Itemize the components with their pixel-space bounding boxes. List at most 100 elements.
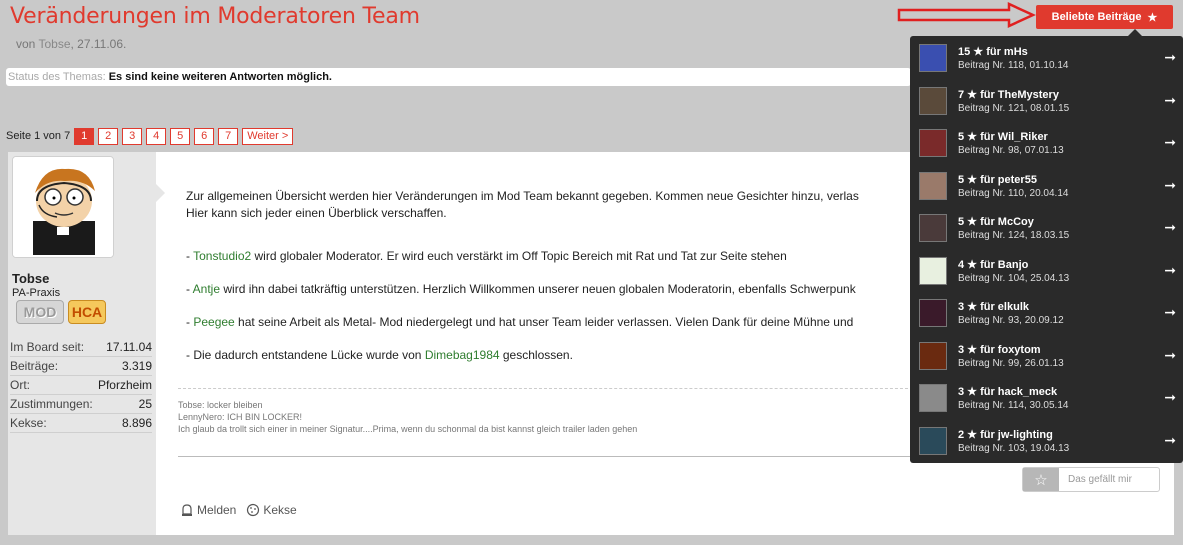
thread-title: Veränderungen im Moderatoren Team — [10, 4, 420, 29]
arrow-right-icon[interactable]: ➞ — [1164, 134, 1176, 151]
popular-post-title: 15 ★ für mHs — [958, 46, 1028, 58]
stat-label: Beiträge: — [10, 359, 59, 373]
item-prefix: - — [186, 282, 193, 296]
thread-status-bar: Status des Themas: Es sind keine weitere… — [6, 68, 911, 86]
signature-line: Ich glaub da trollt sich einer in meiner… — [178, 424, 638, 434]
popular-post-meta: Beitrag Nr. 110, 20.04.14 — [958, 187, 1069, 199]
user-link[interactable]: Dimebag1984 — [425, 348, 500, 362]
popular-post-title: 3 ★ für foxytom — [958, 343, 1041, 356]
like-label: Das gefällt mir — [1068, 474, 1132, 485]
pagination: Seite 1 von 7 1 2 3 4 5 6 7 Weiter > — [6, 127, 297, 145]
thread-date: , 27.11.06. — [70, 37, 127, 51]
cookies-label: Kekse — [263, 503, 297, 517]
popular-post-item[interactable]: 3 ★ für elkulk Beitrag Nr. 93, 20.09.12 ➞ — [910, 294, 1183, 337]
post-item: - Tonstudio2 wird globaler Moderator. Er… — [186, 248, 926, 265]
page-link-7[interactable]: 7 — [218, 127, 239, 145]
popular-post-item[interactable]: 7 ★ für TheMystery Beitrag Nr. 121, 08.01… — [910, 82, 1183, 125]
popular-post-title: 7 ★ für TheMystery — [958, 88, 1059, 101]
popular-post-thumbnail — [919, 171, 947, 200]
arrow-right-icon[interactable]: ➞ — [1164, 262, 1176, 279]
stat-label: Ort: — [10, 378, 30, 392]
arrow-right-icon[interactable]: ➞ — [1164, 177, 1176, 194]
popular-post-thumbnail — [919, 426, 947, 455]
popular-post-thumbnail — [919, 86, 947, 115]
page-link-2[interactable]: 2 — [98, 127, 119, 145]
signature-line: LennyNero: ICH BIN LOCKER! — [178, 412, 303, 422]
report-button[interactable]: Melden — [180, 503, 236, 517]
item-prefix: - Die dadurch entstandene Lücke wurde vo… — [186, 348, 425, 362]
post-item: - Die dadurch entstandene Lücke wurde vo… — [186, 347, 926, 364]
user-info-panel: Tobse PA-Praxis MOD HCA Im Board seit: 17… — [8, 152, 156, 535]
cookie-icon — [247, 503, 260, 517]
post-signature: Tobse: locker bleiben LennyNero: ICH BIN… — [178, 388, 918, 435]
post-arrow-notch — [156, 184, 165, 202]
stat-value[interactable]: 25 — [139, 395, 152, 413]
stat-value[interactable]: 3.319 — [122, 357, 152, 375]
report-icon — [182, 504, 192, 516]
status-label: Status des Themas: — [8, 71, 106, 83]
status-text: Es sind keine weiteren Antworten möglich… — [108, 71, 332, 83]
avatar[interactable] — [12, 156, 114, 258]
popular-post-thumbnail — [919, 214, 947, 242]
popular-post-title: 5 ★ für McCoy — [958, 216, 1034, 228]
page-link-6[interactable]: 6 — [194, 127, 215, 145]
popular-post-item[interactable]: 15 ★ für mHs Beitrag Nr. 118, 01.10.14 ➞ — [910, 39, 1183, 82]
popular-post-title: 5 ★ für peter55 — [958, 173, 1037, 186]
popular-post-thumbnail — [919, 384, 947, 412]
post-actions: Melden Kekse — [180, 503, 297, 517]
signature-line: Tobse: locker bleiben — [178, 400, 263, 410]
popular-post-title: 3 ★ für hack_meck — [958, 386, 1058, 398]
popular-posts-button[interactable]: Beliebte Beiträge ★ — [1036, 5, 1173, 29]
report-label: Melden — [197, 503, 237, 517]
page-link-5[interactable]: 5 — [170, 127, 191, 145]
popular-post-item[interactable]: 4 ★ für Banjo Beitrag Nr. 104, 25.04.13 ➞ — [910, 252, 1183, 295]
page-link-1[interactable]: 1 — [74, 127, 95, 145]
popular-post-meta: Beitrag Nr. 118, 01.10.14 — [958, 60, 1069, 71]
post-intro: Zur allgemeinen Übersicht werden hier Ve… — [186, 188, 926, 222]
popular-post-thumbnail — [919, 341, 947, 370]
popular-post-item[interactable]: 5 ★ für peter55 Beitrag Nr. 110, 20.04.14… — [910, 167, 1183, 210]
next-page-link[interactable]: Weiter > — [242, 127, 294, 145]
cookies-button[interactable]: Kekse — [246, 503, 297, 517]
star-icon: ★ — [1147, 11, 1158, 24]
popular-post-item[interactable]: 2 ★ für jw-lighting Beitrag Nr. 103, 19.0… — [910, 422, 1183, 465]
red-arrow-annotation — [897, 2, 1037, 28]
arrow-right-icon[interactable]: ➞ — [1164, 389, 1176, 406]
stat-label: Zustimmungen: — [10, 397, 93, 411]
popular-post-item[interactable]: 5 ★ für McCoy Beitrag Nr. 124, 18.03.15 ➞ — [910, 209, 1183, 252]
stat-row: Beiträge: 3.319 — [10, 357, 152, 376]
stat-row: Ort: Pforzheim — [10, 376, 152, 395]
username[interactable]: Tobse — [12, 271, 49, 286]
arrow-right-icon[interactable]: ➞ — [1164, 347, 1176, 364]
stat-value: Pforzheim — [97, 378, 152, 392]
popular-post-item[interactable]: 3 ★ für foxytom Beitrag Nr. 99, 26.01.13 ➞ — [910, 337, 1183, 380]
user-link[interactable]: Peegee — [193, 315, 234, 329]
page-link-3[interactable]: 3 — [122, 127, 143, 145]
popular-post-thumbnail — [919, 299, 947, 327]
avatar-image — [13, 157, 113, 257]
user-link[interactable]: Antje — [193, 282, 220, 296]
popular-post-thumbnail — [919, 256, 947, 285]
page-link-4[interactable]: 4 — [146, 127, 167, 145]
arrow-right-icon[interactable]: ➞ — [1164, 219, 1176, 236]
user-title: PA-Praxis — [12, 287, 61, 299]
arrow-right-icon[interactable]: ➞ — [1164, 49, 1176, 66]
arrow-right-icon[interactable]: ➞ — [1164, 92, 1176, 109]
thread-author-link[interactable]: Tobse — [38, 37, 70, 51]
stat-label: Kekse: — [10, 416, 47, 430]
stat-row: Kekse: 8.896 — [10, 414, 152, 433]
page-info: Seite 1 von 7 — [6, 130, 71, 142]
popular-posts-panel: 15 ★ für mHs Beitrag Nr. 118, 01.10.14 ➞ 7 … — [910, 36, 1183, 463]
post-item: - Peegee hat seine Arbeit als Metal- Mod… — [186, 314, 926, 331]
like-button[interactable]: ☆ Das gefällt mir — [1022, 467, 1160, 492]
badge-mod: MOD — [16, 300, 64, 324]
popular-post-item[interactable]: 5 ★ für Wil_Riker Beitrag Nr. 98, 07.01.1… — [910, 124, 1183, 167]
arrow-right-icon[interactable]: ➞ — [1164, 304, 1176, 321]
popular-post-meta: Beitrag Nr. 98, 07.01.13 — [958, 145, 1064, 156]
arrow-right-icon[interactable]: ➞ — [1164, 432, 1176, 449]
stat-value: 8.896 — [121, 416, 152, 430]
popular-post-thumbnail — [919, 44, 947, 72]
user-link[interactable]: Tonstudio2 — [193, 249, 251, 263]
stat-row: Im Board seit: 17.11.04 — [10, 338, 152, 357]
popular-post-item[interactable]: 3 ★ für hack_meck Beitrag Nr. 114, 30.05.… — [910, 379, 1183, 422]
